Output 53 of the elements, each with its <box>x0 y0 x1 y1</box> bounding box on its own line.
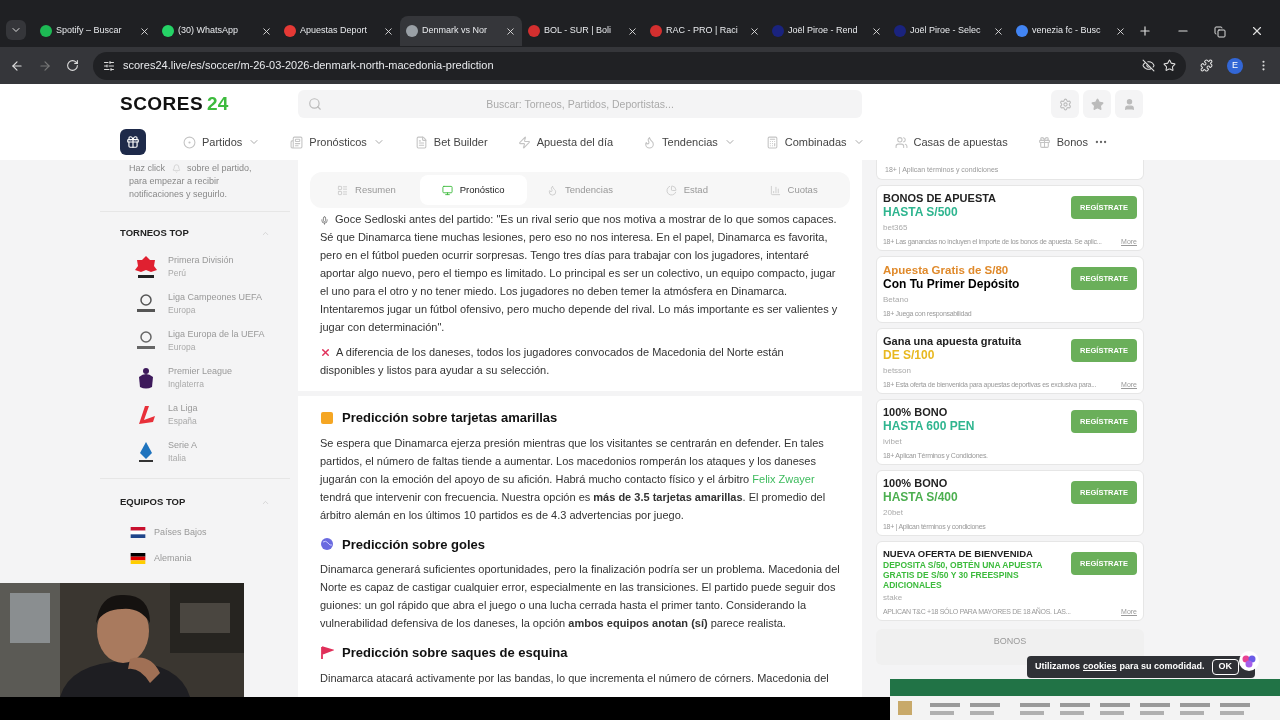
paragraph: A diferencia de los daneses, todos los jugadores convocados de Macedonia del Norte están disponibles y listos para ayudar a su selección. <box>320 345 785 378</box>
offer-brand: Betano <box>883 294 909 306</box>
offer-subtitle: HASTA 600 PEN <box>883 419 976 434</box>
offer-brand: 20bet <box>883 507 904 519</box>
offer-title: NUEVA OFERTA DE BIENVENIDA <box>883 548 1034 560</box>
section-title: TORNEOS TOP <box>120 226 189 240</box>
tournament-country: Europa <box>168 340 197 354</box>
url-text: scores24.live/es/soccer/m-26-03-2026-denmark-north-macedonia-prediction <box>123 58 494 74</box>
paragraph: Dinamarca generará suficientes oportunidades, pero la finalización podría ser un problema. Macedonia del Norte es capaz de castigar cualquier error, especialmente en las transiciones. El partido puede seguir dos guiones: un gol rápido que abra el juego o una lucha cerrada hasta el primer tanto. Considerando la vulnerabilidad defensiva de los daneses, la opción ambos equipos anotan (sí) parece realista. <box>320 562 840 631</box>
section-title: EQUIPOS TOP <box>120 495 186 510</box>
paragraph: Goce Sedloski antes del partido: "Es un rival serio que nos motiva a mostrar de lo que somos capaces. Sé que Dinamarca tiene muchas lesiones, pero eso no nos interesa. En el papel, Dinamarca es favorita, pero en el fútbol pueden ocurrir sorpresas. Tengo tres días para trabajar con los jugadores, intentaré aportar algo nuevo, pero el tiempo es limitado. Lo principal es ser un colectivo, un equipo compacto, jugar el uno para el otro y no tener miedo. Los jugadores no deben temer la atmósfera en Dinamarca. Intentaremos jugar un fútbol ofensivo, pero mucho depende del rival. Lo más importante es ser valientes y jugar con determinación". <box>320 212 839 335</box>
offer-brand: stake <box>883 592 903 604</box>
tab-title: Apuestas Deport <box>300 24 368 38</box>
tab-title: venezia fc - Busc <box>1032 24 1101 38</box>
tab-title: Denmark vs Nor <box>422 24 487 38</box>
paragraph: Se espera que Dinamarca ejerza presión mientras que los visitantes se centrarán en defender. En tales partidos, el número de faltas tiende a aumentar. Los macedonios romperán los ataques y los daneses jugarán con la emoción del apoyo de su afición. Habrá mucho contacto físico y el árbitro Felix Zwayer tendrá que intervenir con frecuencia. Nuestra opción es más de 3.5 tarjetas amarillas. El promedio del árbitro alemán en los últimos 10 partidos es de 4.3 advertencias por juego. <box>320 435 827 523</box>
tournament-name: Primera División <box>168 253 234 267</box>
tournament-name: Serie A <box>168 438 198 452</box>
offer-subtitle: DE S/100 <box>883 348 936 363</box>
offer-title: Apuesta Gratis de S/80 <box>883 263 1010 277</box>
section-heading: Predicción sobre saques de esquina <box>342 644 568 662</box>
offer-subtitle: HASTA S/500 <box>883 205 959 220</box>
paragraph: Dinamarca atacará activamente por las bandas, lo que incrementa el número de córners. Macedonia del <box>320 670 830 686</box>
offer-title: 100% BONO <box>883 477 949 490</box>
offer-brand: bet365 <box>883 222 908 234</box>
offer-subtitle: HASTA S/400 <box>883 490 959 505</box>
tab-title: Joël Piroe - Rend <box>788 24 858 38</box>
section-heading: Predicción sobre tarjetas amarillas <box>342 409 558 427</box>
tournament-country: Europa <box>168 303 197 317</box>
tournament-country: Perú <box>168 266 187 280</box>
tab-title: RAC - PRO | Raci <box>666 24 738 38</box>
offer-title: BONOS DE APUESTA <box>883 192 998 205</box>
tournament-name: La Liga <box>168 401 198 415</box>
tournament-name: Liga Europa de la UEFA <box>168 327 265 341</box>
offer-subtitle: Con Tu Primer Depósito <box>883 277 1021 292</box>
tab-title: BOL - SUR | Boli <box>544 24 612 38</box>
tournament-country: Italia <box>168 451 187 465</box>
tournament-name: Liga Campeones UEFA <box>168 290 263 304</box>
offer-title: Gana una apuesta gratuita <box>883 335 1023 348</box>
tournament-country: España <box>168 414 198 428</box>
team-name: Países Bajos <box>154 525 207 539</box>
section-heading: Predicción sobre goles <box>342 535 486 554</box>
team-name: Alemania <box>154 551 192 565</box>
offer-title: 100% BONO <box>883 406 949 419</box>
tournament-country: Inglaterra <box>168 377 205 391</box>
offer-brand: betsson <box>883 365 912 377</box>
tab-title: (30) WhatsApp <box>178 24 239 38</box>
offer-subtitle: DEPOSITA S/50, OBTÉN UNA APUESTA GRATIS DE S/50 Y 30 FREESPINS ADICIONALES <box>883 560 1043 590</box>
tab-title: Joël Piroe - Selec <box>910 24 981 38</box>
tab-title: Spotify – Buscar <box>56 24 122 38</box>
tournament-name: Premier League <box>168 364 233 378</box>
notice-text: Haz click sobre el partido, para empezar a recibir notificaciones y seguirlo. <box>100 162 290 212</box>
offer-brand: ivibet <box>883 436 902 448</box>
